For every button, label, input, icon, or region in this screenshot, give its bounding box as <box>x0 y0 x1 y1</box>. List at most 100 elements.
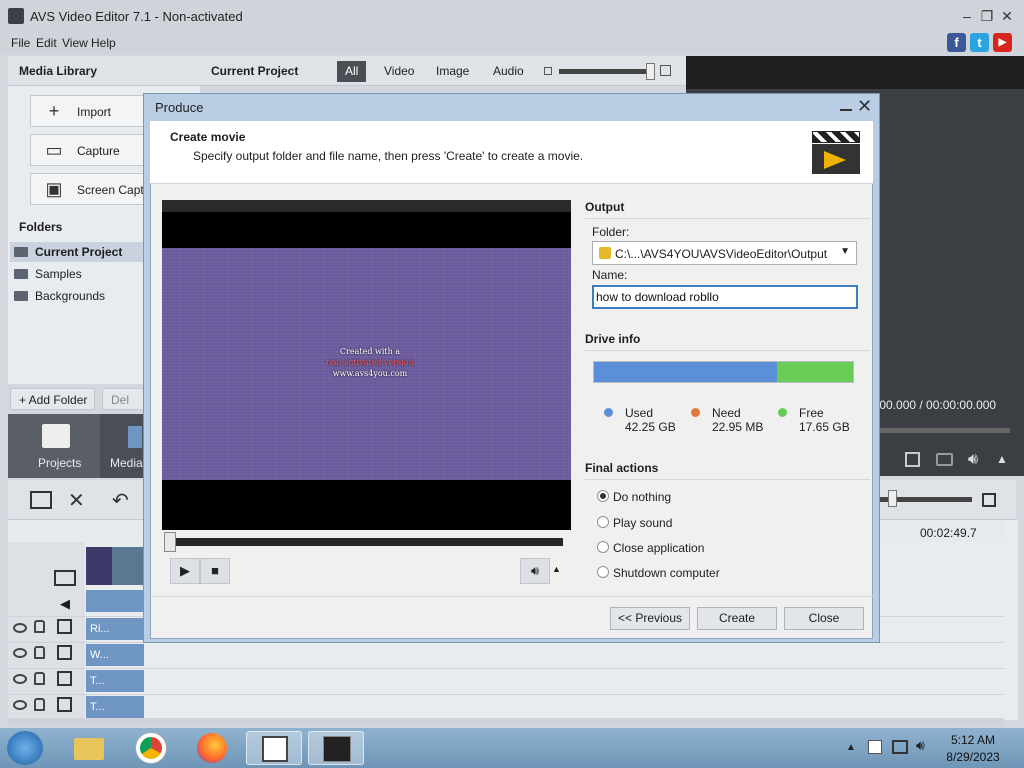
lock-icon[interactable] <box>34 620 45 633</box>
zoom-in-icon[interactable] <box>660 65 671 76</box>
timeline-row <box>8 694 1008 718</box>
play-sound-label[interactable]: Play sound <box>613 516 672 530</box>
storyboard-icon[interactable] <box>30 491 52 509</box>
timeline-clip[interactable]: Ri... <box>86 618 144 640</box>
create-button[interactable]: Create <box>697 607 777 630</box>
dialog-minimize-icon[interactable] <box>840 101 852 111</box>
previous-button[interactable]: << Previous <box>610 607 690 630</box>
fullscreen-icon[interactable] <box>905 452 920 467</box>
dialog-close-icon[interactable]: ✕ <box>857 96 872 117</box>
close-icon[interactable]: ✕ <box>998 7 1016 25</box>
app-logo-icon <box>8 8 24 24</box>
folder-icon <box>14 269 28 279</box>
audio-waveform[interactable] <box>86 590 144 612</box>
radio-shutdown-computer[interactable] <box>597 566 609 578</box>
tab-media[interactable]: Media <box>100 414 144 478</box>
notepad-icon[interactable] <box>246 731 302 765</box>
speaker-icon[interactable]: 🔊︎ <box>916 737 925 754</box>
undo-icon[interactable]: ↶ <box>112 488 129 513</box>
facebook-icon[interactable]: f <box>947 33 966 52</box>
tray-expand-icon[interactable]: ▲ <box>846 742 856 753</box>
preview-seek-thumb[interactable] <box>164 532 176 552</box>
do-nothing-label[interactable]: Do nothing <box>613 490 671 504</box>
create-movie-title: Create movie <box>170 130 246 144</box>
lock-icon[interactable] <box>34 698 45 711</box>
tab-media-label: Media <box>110 456 143 470</box>
timeline-clip[interactable]: W... <box>86 644 144 666</box>
volume-icon[interactable]: 🔊︎ <box>968 451 978 469</box>
snapshot-icon[interactable] <box>936 453 953 466</box>
effect-icon[interactable] <box>57 697 72 712</box>
delete-folder-button[interactable]: Del <box>102 388 148 410</box>
lock-icon[interactable] <box>34 646 45 659</box>
add-folder-button[interactable]: + Add Folder <box>10 388 95 410</box>
drive-info-title: Drive info <box>585 332 641 346</box>
file-name-input[interactable] <box>592 285 858 309</box>
output-folder-select[interactable]: C:\...\AVS4YOU\AVSVideoEditor\Output ▼ <box>592 241 857 265</box>
tab-projects[interactable]: Projects <box>8 414 100 478</box>
timeline-clip[interactable]: T... <box>86 670 144 692</box>
watermark-text: Created with a non-activated version www… <box>320 346 420 379</box>
delete-icon[interactable]: ✕ <box>68 488 85 513</box>
menu-view[interactable]: View <box>62 36 88 50</box>
twitter-icon[interactable]: t <box>970 33 989 52</box>
chrome-icon[interactable] <box>123 731 179 765</box>
filter-tab-audio[interactable]: Audio <box>485 61 532 82</box>
preview-volume-button[interactable]: 🔊︎ <box>520 558 550 584</box>
eye-icon[interactable] <box>13 623 27 633</box>
preview-timecode: :00.000 / 00:00:00.000 <box>876 398 997 412</box>
clock-time[interactable]: 5:12 AM <box>938 733 1008 747</box>
preview-frame-top <box>162 200 571 212</box>
drive-divider <box>585 350 870 351</box>
network-icon[interactable] <box>892 740 908 754</box>
clock-date[interactable]: 8/29/2023 <box>938 750 1008 764</box>
action-center-icon[interactable] <box>868 740 882 754</box>
menu-file[interactable]: File <box>11 36 30 50</box>
start-button[interactable] <box>7 731 43 765</box>
radio-play-sound[interactable] <box>597 516 609 528</box>
shutdown-computer-label[interactable]: Shutdown computer <box>613 566 720 580</box>
play-button[interactable]: ▶ <box>170 558 200 584</box>
restore-icon[interactable]: ❐ <box>978 7 996 25</box>
radio-close-application[interactable] <box>597 541 609 553</box>
zoom-slider[interactable] <box>559 69 651 74</box>
dropdown-arrow-icon[interactable]: ▼ <box>840 246 850 257</box>
stop-button[interactable]: ■ <box>200 558 230 584</box>
folders-title: Folders <box>19 220 63 234</box>
eye-icon[interactable] <box>13 674 27 684</box>
volume-up-icon[interactable]: ▲ <box>552 564 561 574</box>
eye-icon[interactable] <box>13 700 27 710</box>
need-legend: Need 22.95 MB <box>712 406 763 434</box>
eye-icon[interactable] <box>13 648 27 658</box>
fit-timeline-icon[interactable] <box>982 493 996 507</box>
explorer-icon[interactable] <box>62 731 118 765</box>
video-clip-thumb[interactable] <box>86 547 144 585</box>
filter-tab-video[interactable]: Video <box>376 61 422 82</box>
lock-icon[interactable] <box>34 672 45 685</box>
filter-tab-image[interactable]: Image <box>428 61 477 82</box>
zoom-out-icon[interactable] <box>544 67 552 75</box>
effect-icon[interactable] <box>57 645 72 660</box>
title-bar: AVS Video Editor 7.1 - Non-activated – ❐… <box>0 0 1024 32</box>
zoom-slider-thumb[interactable] <box>646 63 655 80</box>
close-button[interactable]: Close <box>784 607 864 630</box>
radio-do-nothing[interactable] <box>597 490 609 502</box>
effect-icon[interactable] <box>57 671 72 686</box>
close-application-label[interactable]: Close application <box>613 541 704 555</box>
volume-menu-icon[interactable]: ▲ <box>996 452 1008 466</box>
timeline-scrollbar[interactable] <box>1004 520 1018 720</box>
minimize-icon[interactable]: – <box>958 7 976 25</box>
timeline-hscrollbar[interactable] <box>8 718 1004 726</box>
timeline-clip[interactable]: T... <box>86 696 144 718</box>
filter-tab-all[interactable]: All <box>337 61 367 82</box>
youtube-icon[interactable]: ▶ <box>993 33 1012 52</box>
menu-edit[interactable]: Edit <box>36 36 57 50</box>
timeline-zoom-thumb[interactable] <box>888 490 897 507</box>
avs-editor-taskbar-icon[interactable] <box>308 731 364 765</box>
menu-help[interactable]: Help <box>91 36 116 50</box>
firefox-icon[interactable] <box>184 731 240 765</box>
used-value: 42.25 GB <box>625 420 676 434</box>
effect-icon[interactable] <box>57 619 72 634</box>
preview-seek-bar[interactable] <box>172 538 563 546</box>
preview-progress[interactable] <box>880 428 1010 433</box>
